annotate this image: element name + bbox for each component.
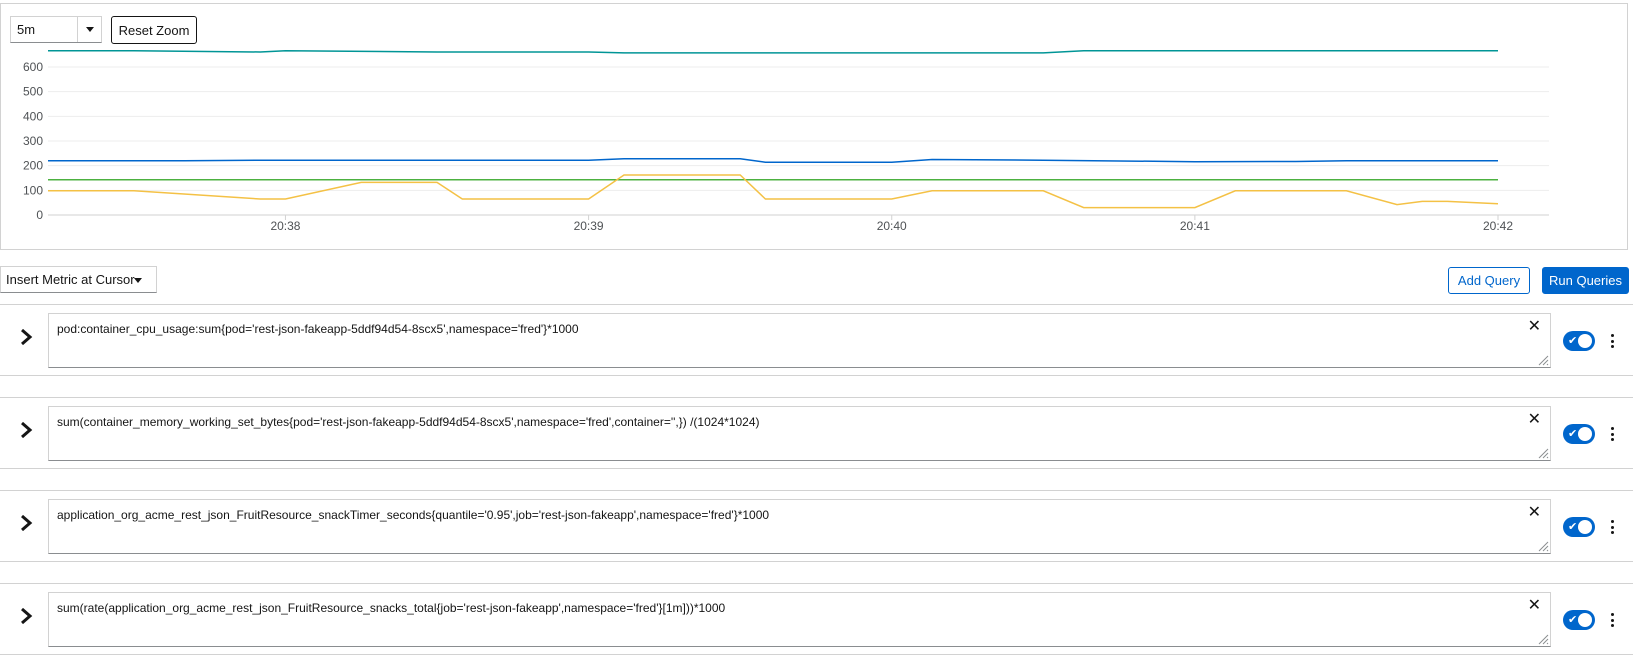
query-enable-toggle[interactable]: ✔ — [1563, 424, 1595, 444]
kebab-menu-icon[interactable] — [1608, 518, 1616, 536]
y-tick-label: 400 — [23, 109, 43, 123]
expand-chevron-icon[interactable] — [16, 513, 36, 533]
x-tick-label: 20:41 — [1180, 219, 1210, 233]
insert-metric-label[interactable]: Insert Metric at Cursor — [6, 272, 135, 287]
query-input[interactable]: pod:container_cpu_usage:sum{pod='rest-js… — [48, 313, 1551, 368]
kebab-menu-icon[interactable] — [1608, 332, 1616, 350]
toggle-knob — [1578, 520, 1592, 534]
y-tick-label: 200 — [23, 159, 43, 173]
query-input[interactable]: sum(container_memory_working_set_bytes{p… — [48, 406, 1551, 461]
toggle-knob — [1578, 613, 1592, 627]
check-icon: ✔ — [1568, 428, 1578, 440]
y-tick-label: 300 — [23, 134, 43, 148]
clear-query-icon[interactable]: ✕ — [1528, 598, 1541, 614]
add-query-button[interactable]: Add Query — [1448, 267, 1530, 294]
metrics-line-chart[interactable]: 0 100 200 300 400 500 600 20:38 20:39 20:40 20:41 2… — [1, 4, 1627, 249]
query-row: pod:container_cpu_usage:sum{pod='rest-js… — [0, 304, 1633, 376]
x-tick-label: 20:39 — [574, 219, 604, 233]
expand-chevron-icon[interactable] — [16, 606, 36, 626]
query-expression[interactable]: application_org_acme_rest_json_FruitReso… — [57, 508, 769, 522]
toggle-knob — [1578, 427, 1592, 441]
series-line-blue[interactable] — [48, 158, 1498, 163]
query-enable-toggle[interactable]: ✔ — [1563, 331, 1595, 351]
y-tick-label: 500 — [23, 85, 43, 99]
toggle-knob — [1578, 334, 1592, 348]
query-input[interactable]: application_org_acme_rest_json_FruitReso… — [48, 499, 1551, 554]
x-tick-label: 20:42 — [1483, 219, 1513, 233]
resize-handle-icon[interactable] — [1537, 354, 1549, 366]
query-graph-panel: 5m Reset Zoom 0 100 200 300 400 500 600 20:38 20… — [0, 3, 1628, 250]
chevron-down-icon[interactable] — [134, 278, 142, 283]
expand-chevron-icon[interactable] — [16, 327, 36, 347]
y-tick-label: 0 — [36, 208, 43, 222]
expand-chevron-icon[interactable] — [16, 420, 36, 440]
query-enable-toggle[interactable]: ✔ — [1563, 610, 1595, 630]
kebab-menu-icon[interactable] — [1608, 611, 1616, 629]
x-tick-label: 20:38 — [270, 219, 300, 233]
check-icon: ✔ — [1568, 521, 1578, 533]
resize-handle-icon[interactable] — [1537, 633, 1549, 645]
y-tick-label: 100 — [23, 183, 43, 197]
clear-query-icon[interactable]: ✕ — [1528, 319, 1541, 335]
series-line-teal[interactable] — [48, 49, 1498, 54]
query-input[interactable]: sum(rate(application_org_acme_rest_json_… — [48, 592, 1551, 647]
insert-metric-dropdown[interactable]: Insert Metric at Cursor — [0, 266, 157, 293]
query-expression[interactable]: sum(rate(application_org_acme_rest_json_… — [57, 601, 725, 615]
query-enable-toggle[interactable]: ✔ — [1563, 517, 1595, 537]
clear-query-icon[interactable]: ✕ — [1528, 505, 1541, 521]
x-tick-label: 20:40 — [877, 219, 907, 233]
query-expression[interactable]: pod:container_cpu_usage:sum{pod='rest-js… — [57, 322, 579, 336]
clear-query-icon[interactable]: ✕ — [1528, 412, 1541, 428]
query-toolbar: Insert Metric at Cursor Add Query Run Qu… — [0, 266, 1633, 296]
query-row: application_org_acme_rest_json_FruitReso… — [0, 490, 1633, 562]
run-queries-button[interactable]: Run Queries — [1542, 267, 1629, 294]
kebab-menu-icon[interactable] — [1608, 425, 1616, 443]
resize-handle-icon[interactable] — [1537, 447, 1549, 459]
resize-handle-icon[interactable] — [1537, 540, 1549, 552]
query-row: sum(rate(application_org_acme_rest_json_… — [0, 583, 1633, 655]
check-icon: ✔ — [1568, 335, 1578, 347]
y-tick-label: 600 — [23, 60, 43, 74]
query-expression[interactable]: sum(container_memory_working_set_bytes{p… — [57, 415, 760, 429]
query-row: sum(container_memory_working_set_bytes{p… — [0, 397, 1633, 469]
check-icon: ✔ — [1568, 614, 1578, 626]
